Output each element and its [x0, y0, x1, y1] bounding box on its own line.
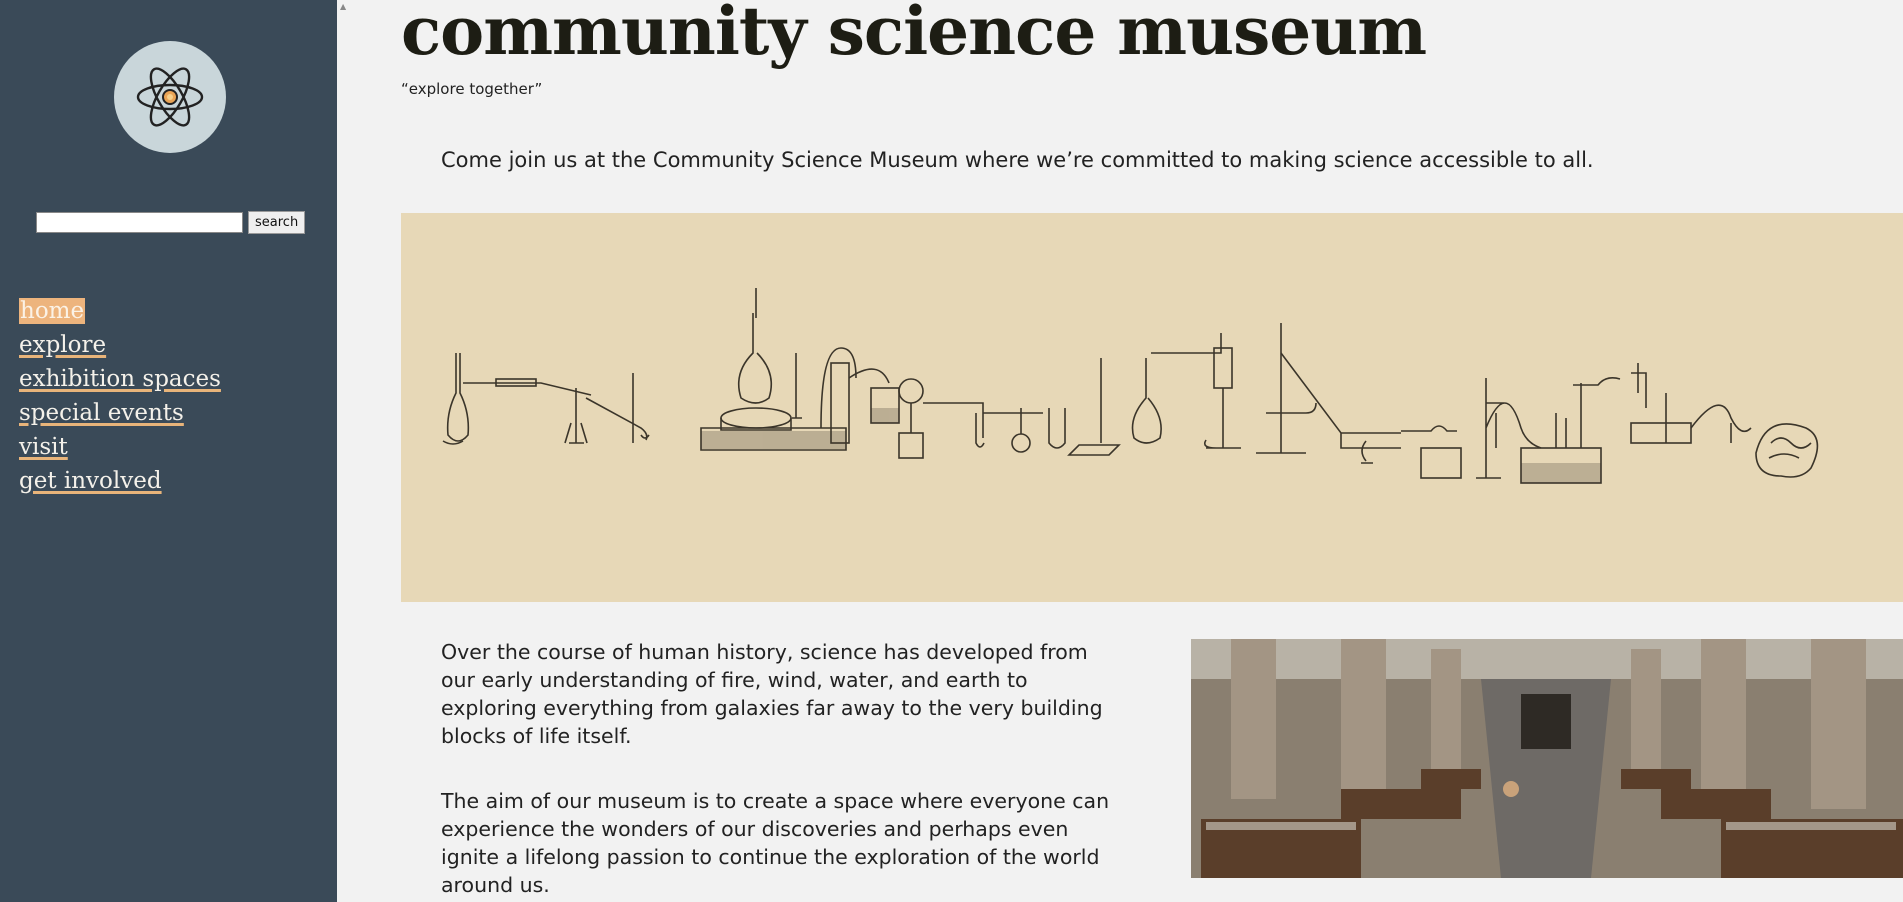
museum-hall-photo — [1191, 639, 1903, 878]
aim-paragraph: The aim of our museum is to create a spa… — [441, 789, 1110, 897]
search-bar: search — [36, 211, 306, 234]
scroll-up-arrow-icon[interactable]: ▲ — [340, 2, 346, 11]
nav-item-get-involved[interactable]: get involved — [19, 464, 221, 498]
search-input[interactable] — [36, 212, 243, 233]
search-button[interactable]: search — [248, 211, 306, 234]
nav-item-visit[interactable]: visit — [19, 430, 221, 464]
main-nav: home explore exhibition spaces special e… — [19, 294, 221, 498]
nav-item-exhibition-spaces[interactable]: exhibition spaces — [19, 362, 221, 396]
atom-icon — [136, 67, 204, 127]
nav-item-explore[interactable]: explore — [19, 328, 221, 362]
tagline: “explore together” — [401, 80, 543, 98]
history-paragraph: Over the course of human history, scienc… — [441, 640, 1103, 748]
museum-hall-photo-icon — [1191, 639, 1903, 878]
nav-item-home[interactable]: home — [19, 294, 221, 328]
sidebar: search home explore exhibition spaces sp… — [0, 0, 337, 902]
intro-text: Come join us at the Community Science Mu… — [441, 148, 1594, 172]
museum-logo[interactable] — [114, 41, 226, 153]
lab-apparatus-banner — [401, 213, 1903, 602]
lab-apparatus-illustration — [442, 288, 1819, 484]
page-title: community science museum — [401, 0, 1427, 70]
nav-item-special-events[interactable]: special events — [19, 396, 221, 430]
